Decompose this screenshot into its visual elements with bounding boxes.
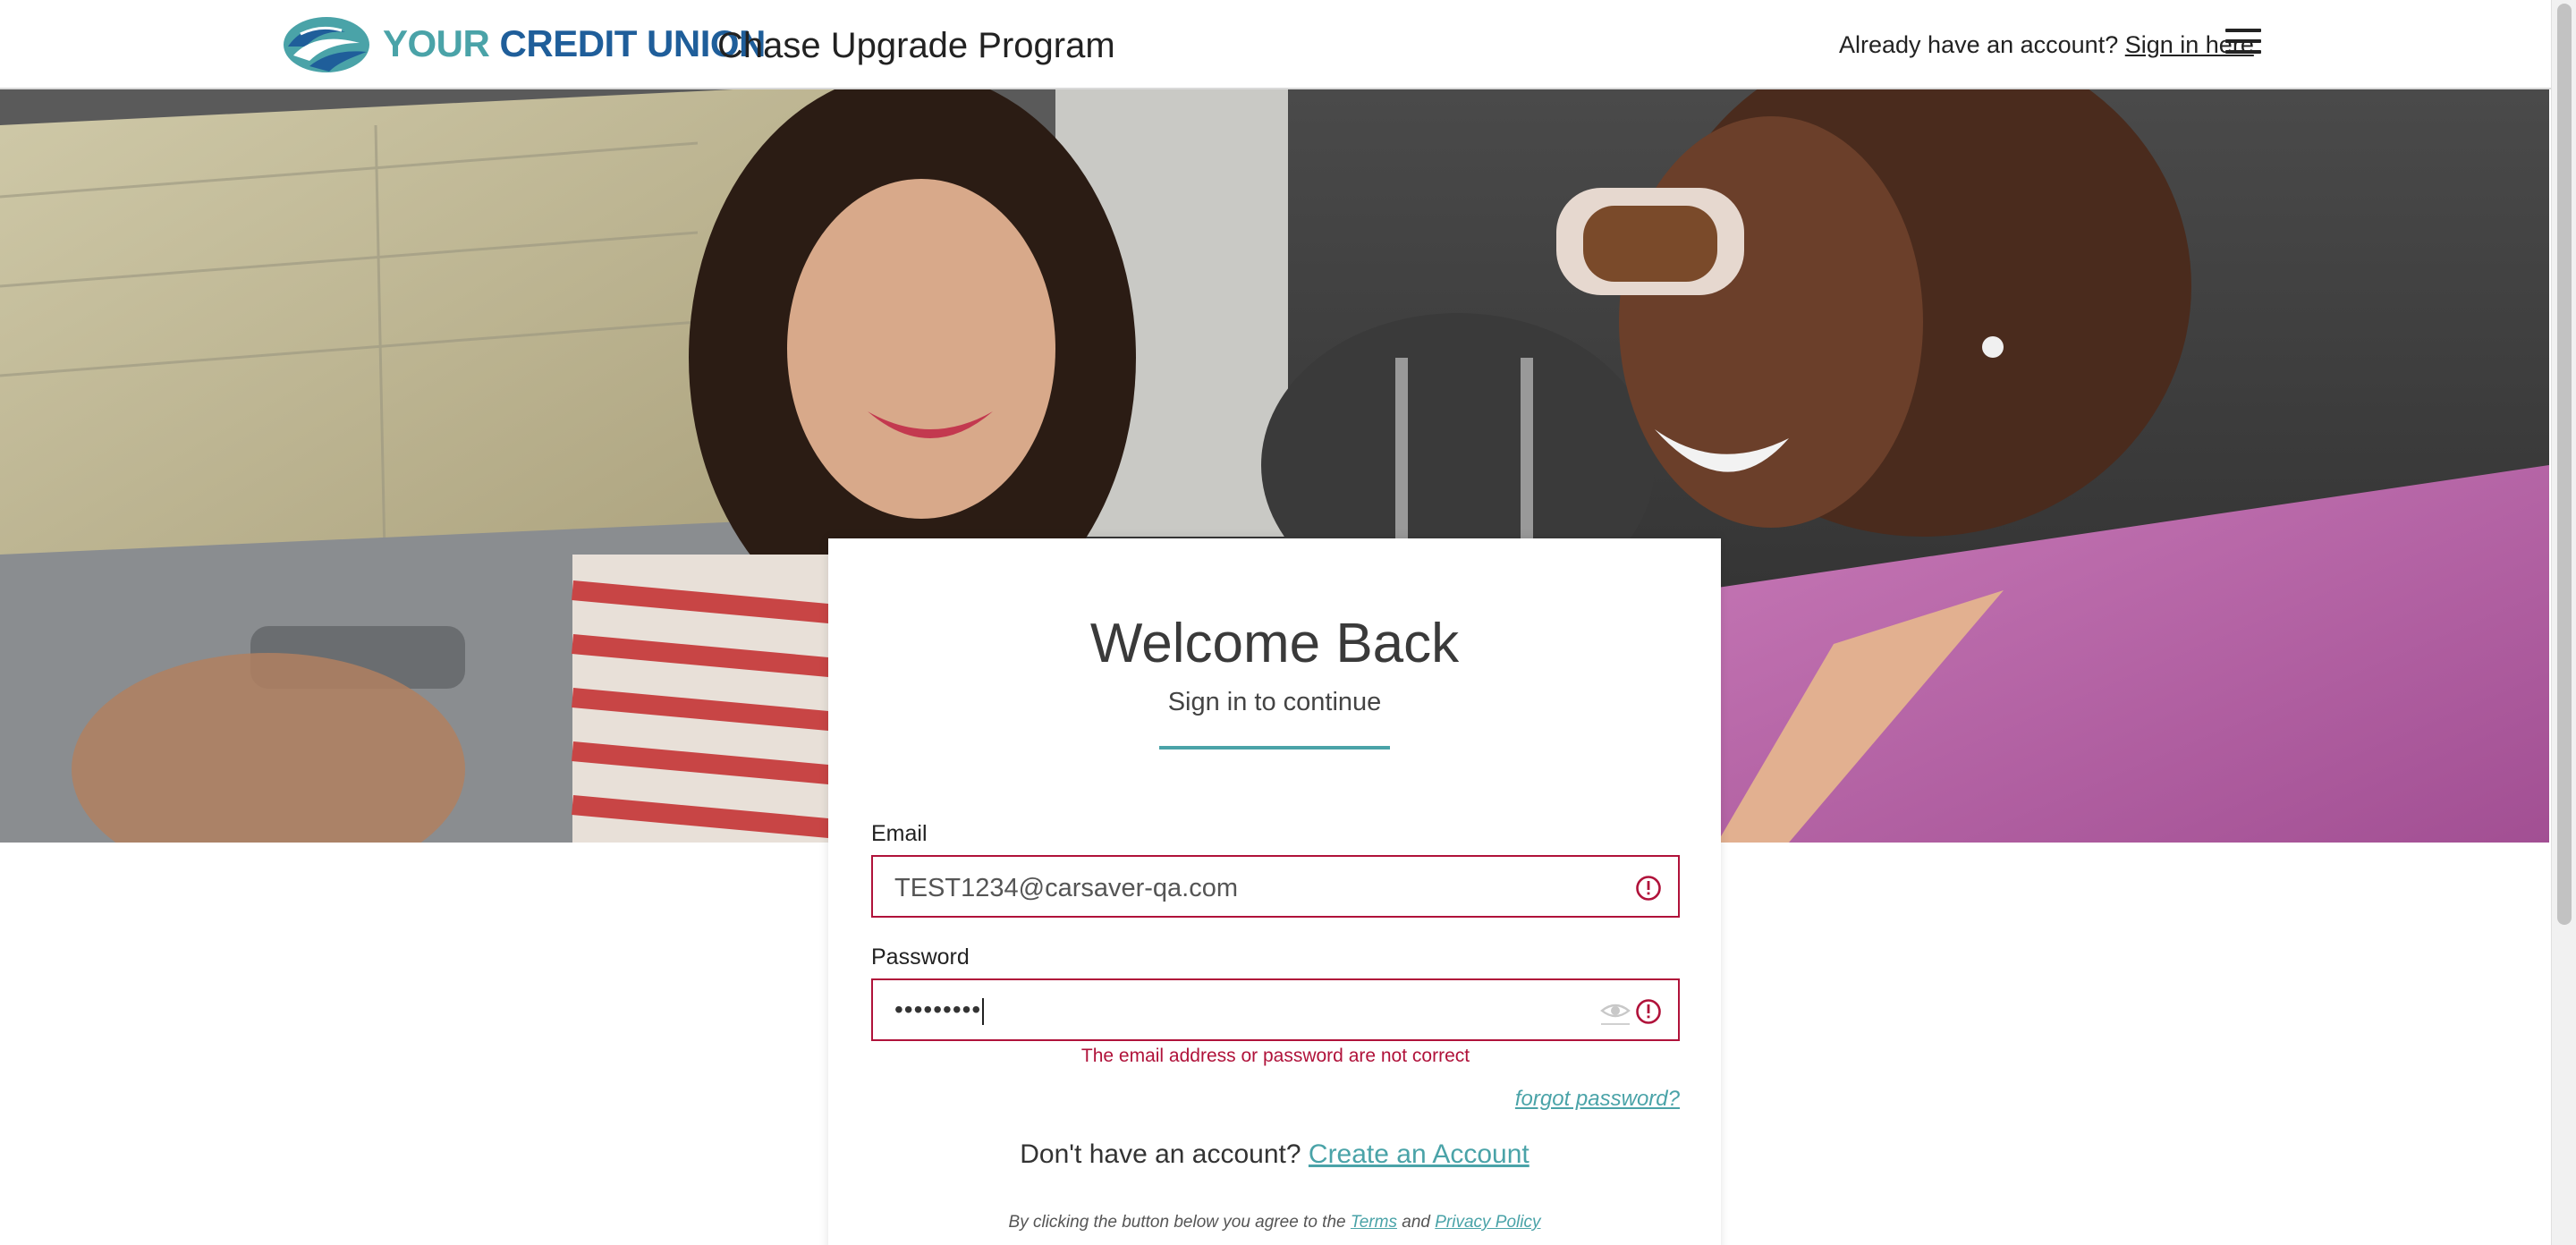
title-divider — [1159, 746, 1390, 750]
account-prompt: Already have an account? Sign in here — [1839, 29, 2254, 61]
password-dots: ••••••••• — [894, 995, 982, 1023]
logo-icon — [284, 17, 369, 72]
password-label: Password — [871, 944, 970, 970]
login-title: Welcome Back — [1089, 613, 1460, 674]
error-icon — [1636, 876, 1661, 901]
email-value[interactable]: TEST1234@carsaver-qa.com — [894, 873, 1238, 903]
terms-link[interactable]: Terms — [1351, 1213, 1397, 1232]
error-icon — [1636, 999, 1661, 1024]
email-field[interactable]: TEST1234@carsaver-qa.com — [871, 855, 1680, 918]
no-account-text: Don't have an account? — [1020, 1139, 1301, 1169]
site-header: YOUR CREDIT UNION Chase Upgrade Program … — [0, 0, 2551, 89]
account-prompt-text: Already have an account? — [1839, 31, 2119, 58]
password-value[interactable]: ••••••••• — [894, 995, 985, 1025]
login-error-message: The email address or password are not co… — [1080, 1046, 1470, 1066]
privacy-policy-link[interactable]: Privacy Policy — [1435, 1213, 1540, 1232]
login-card: Welcome Back Sign in to continue Email T… — [828, 538, 1721, 1245]
show-password-eye-icon[interactable] — [1599, 998, 1631, 1025]
hamburger-menu-icon[interactable] — [2225, 29, 2261, 57]
login-subtitle: Sign in to continue — [1167, 688, 1382, 716]
password-field[interactable]: ••••••••• — [871, 978, 1680, 1041]
brand-name: YOUR CREDIT UNION — [383, 21, 766, 66]
create-account-link[interactable]: Create an Account — [1309, 1139, 1530, 1169]
terms-notice: By clicking the button below you agree t… — [828, 1211, 1721, 1234]
terms-and: and — [1402, 1213, 1430, 1232]
brand-prefix: YOUR — [383, 22, 490, 64]
create-account-prompt: Don't have an account? Create an Account — [828, 1138, 1721, 1172]
terms-prefix: By clicking the button below you agree t… — [1008, 1213, 1346, 1232]
program-title: Chase Upgrade Program — [717, 26, 1115, 65]
text-caret — [982, 997, 985, 1025]
email-label: Email — [871, 821, 928, 846]
forgot-password-link[interactable]: forgot password? — [1515, 1086, 1680, 1113]
page-scrollbar[interactable] — [2551, 0, 2576, 1245]
scrollbar-thumb[interactable] — [2557, 4, 2572, 925]
